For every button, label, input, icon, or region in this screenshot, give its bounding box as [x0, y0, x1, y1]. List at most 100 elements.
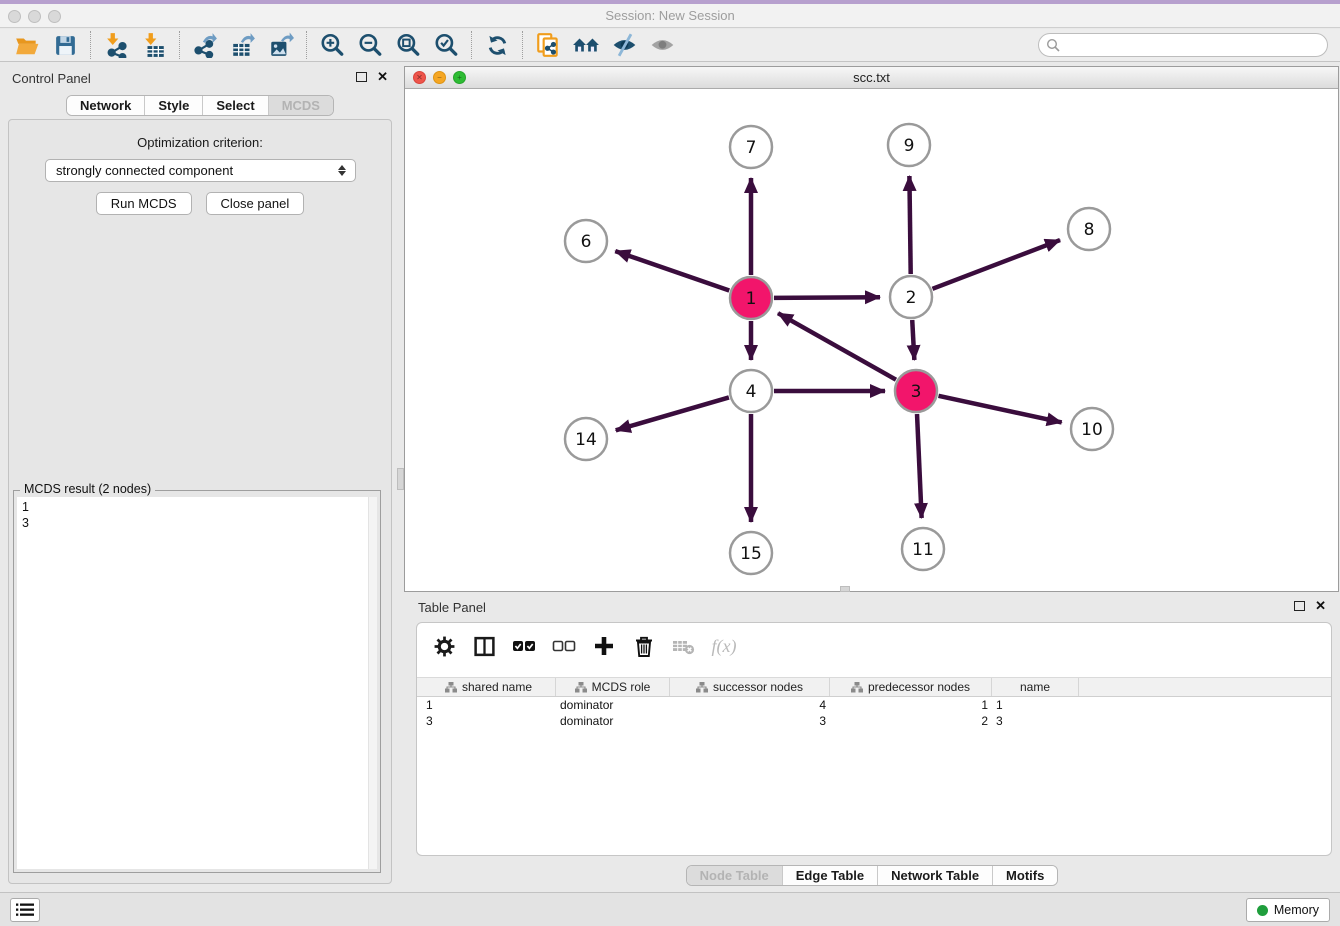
graph-edge-2-8[interactable]	[932, 240, 1060, 289]
graph-node-6[interactable]: 6	[565, 220, 607, 262]
table-cell[interactable]: 1	[992, 697, 1079, 713]
network-view-window: ✕ − + scc.txt 7 9 6 8 1 2 4 3 14 10 15 11	[404, 66, 1339, 592]
table-cell[interactable]: dominator	[556, 713, 670, 729]
horizontal-splitter-handle[interactable]	[840, 586, 850, 592]
export-table-button[interactable]	[224, 30, 262, 60]
memory-button[interactable]: Memory	[1246, 898, 1330, 922]
node-table-container: f(x) shared name MCDS rolesuccessor nodes…	[416, 622, 1332, 856]
graph-edge-2-3[interactable]	[912, 320, 914, 360]
graph-node-8[interactable]: 8	[1068, 208, 1110, 250]
column-header-shared-name[interactable]: shared name	[422, 678, 556, 696]
float-panel-icon[interactable]	[356, 72, 367, 82]
graph-node-label: 1	[746, 289, 757, 309]
table-cell[interactable]: 3	[670, 713, 830, 729]
tab-motifs[interactable]: Motifs	[993, 866, 1057, 885]
list-icon	[16, 903, 34, 917]
task-history-button[interactable]	[10, 898, 40, 922]
column-header-name[interactable]: name	[992, 678, 1079, 696]
table-cell[interactable]: 1	[422, 697, 556, 713]
column-header-label: shared name	[462, 680, 532, 694]
graph-node-1[interactable]: 1	[730, 277, 772, 319]
tab-network-table[interactable]: Network Table	[878, 866, 993, 885]
graph-node-3[interactable]: 3	[895, 370, 937, 412]
graph-edge-3-1[interactable]	[778, 313, 896, 379]
first-neighbors-button[interactable]	[567, 30, 605, 60]
tab-select[interactable]: Select	[203, 96, 268, 115]
export-network-button[interactable]	[186, 30, 224, 60]
table-cell[interactable]: 3	[992, 713, 1079, 729]
graph-node-4[interactable]: 4	[730, 370, 772, 412]
table-row[interactable]: 3dominator323	[417, 713, 1331, 729]
graph-node-15[interactable]: 15	[730, 532, 772, 574]
hide-selected-button[interactable]	[605, 30, 643, 60]
tab-node-table[interactable]: Node Table	[687, 866, 783, 885]
delete-row-button[interactable]	[631, 633, 657, 659]
refresh-button[interactable]	[478, 30, 516, 60]
network-window-titlebar[interactable]: ✕ − + scc.txt	[405, 67, 1338, 89]
export-image-icon	[268, 32, 294, 58]
column-header-successor-nodes[interactable]: successor nodes	[670, 678, 830, 696]
settings-gear-button[interactable]	[431, 633, 457, 659]
tab-network[interactable]: Network	[67, 96, 145, 115]
graph-node-2[interactable]: 2	[890, 276, 932, 318]
zoom-in-icon	[319, 32, 345, 58]
close-table-panel-icon[interactable]: ✕	[1315, 601, 1326, 611]
table-cell[interactable]: 2	[830, 713, 992, 729]
add-column-button[interactable]	[591, 633, 617, 659]
graph-edge-3-11[interactable]	[917, 414, 922, 518]
delete-column-button[interactable]	[671, 633, 697, 659]
network-canvas[interactable]: 7 9 6 8 1 2 4 3 14 10 15 11	[405, 89, 1338, 591]
table-cell[interactable]: dominator	[556, 697, 670, 713]
graph-node-label: 6	[581, 232, 592, 252]
table-cell[interactable]: 3	[422, 713, 556, 729]
show-all-button[interactable]	[643, 30, 681, 60]
select-all-button[interactable]	[511, 633, 537, 659]
open-session-button[interactable]	[8, 30, 46, 60]
column-header-predecessor-nodes[interactable]: predecessor nodes	[830, 678, 992, 696]
tab-style[interactable]: Style	[145, 96, 203, 115]
optimization-criterion-select[interactable]: strongly connected component	[45, 159, 356, 182]
tab-edge-table[interactable]: Edge Table	[783, 866, 878, 885]
mcds-result-text-area[interactable]: 1 3	[17, 497, 377, 869]
float-table-panel-icon[interactable]	[1294, 601, 1305, 611]
zoom-fit-button[interactable]	[389, 30, 427, 60]
mcds-result-box: MCDS result (2 nodes) 1 3	[13, 490, 381, 873]
table-cell[interactable]: 4	[670, 697, 830, 713]
graph-node-14[interactable]: 14	[565, 418, 607, 460]
graph-node-9[interactable]: 9	[888, 124, 930, 166]
zoom-out-button[interactable]	[351, 30, 389, 60]
vertical-splitter-handle[interactable]	[397, 468, 404, 490]
function-builder-button[interactable]: f(x)	[711, 633, 737, 659]
import-table-button[interactable]	[135, 30, 173, 60]
close-panel-icon[interactable]: ✕	[377, 72, 388, 82]
zoom-out-icon	[357, 32, 383, 58]
graph-node-label: 9	[904, 136, 915, 156]
column-header-label: name	[1020, 680, 1050, 694]
graph-edge-4-14[interactable]	[616, 397, 729, 430]
search-input[interactable]	[1065, 35, 1320, 55]
graph-node-10[interactable]: 10	[1071, 408, 1113, 450]
deselect-all-button[interactable]	[551, 633, 577, 659]
run-mcds-button[interactable]: Run MCDS	[96, 192, 192, 215]
graph-node-11[interactable]: 11	[902, 528, 944, 570]
import-network-button[interactable]	[97, 30, 135, 60]
table-cell[interactable]: 1	[830, 697, 992, 713]
show-column-button[interactable]	[471, 633, 497, 659]
graph-edge-1-2[interactable]	[774, 297, 880, 298]
export-image-button[interactable]	[262, 30, 300, 60]
zoom-selected-button[interactable]	[427, 30, 465, 60]
graph-edge-3-10[interactable]	[938, 396, 1061, 423]
close-panel-button[interactable]: Close panel	[206, 192, 305, 215]
tab-mcds[interactable]: MCDS	[269, 96, 333, 115]
graph-edge-2-9[interactable]	[909, 176, 910, 274]
table-row[interactable]: 1dominator411	[417, 697, 1331, 713]
result-scrollbar[interactable]	[368, 497, 377, 869]
save-session-button[interactable]	[46, 30, 84, 60]
network-graph: 7 9 6 8 1 2 4 3 14 10 15 11	[405, 89, 1338, 591]
column-header-MCDS-role[interactable]: MCDS role	[556, 678, 670, 696]
zoom-in-button[interactable]	[313, 30, 351, 60]
clone-network-button[interactable]	[529, 30, 567, 60]
graph-edge-1-6[interactable]	[615, 251, 729, 290]
graph-node-7[interactable]: 7	[730, 126, 772, 168]
save-floppy-icon	[53, 33, 78, 58]
